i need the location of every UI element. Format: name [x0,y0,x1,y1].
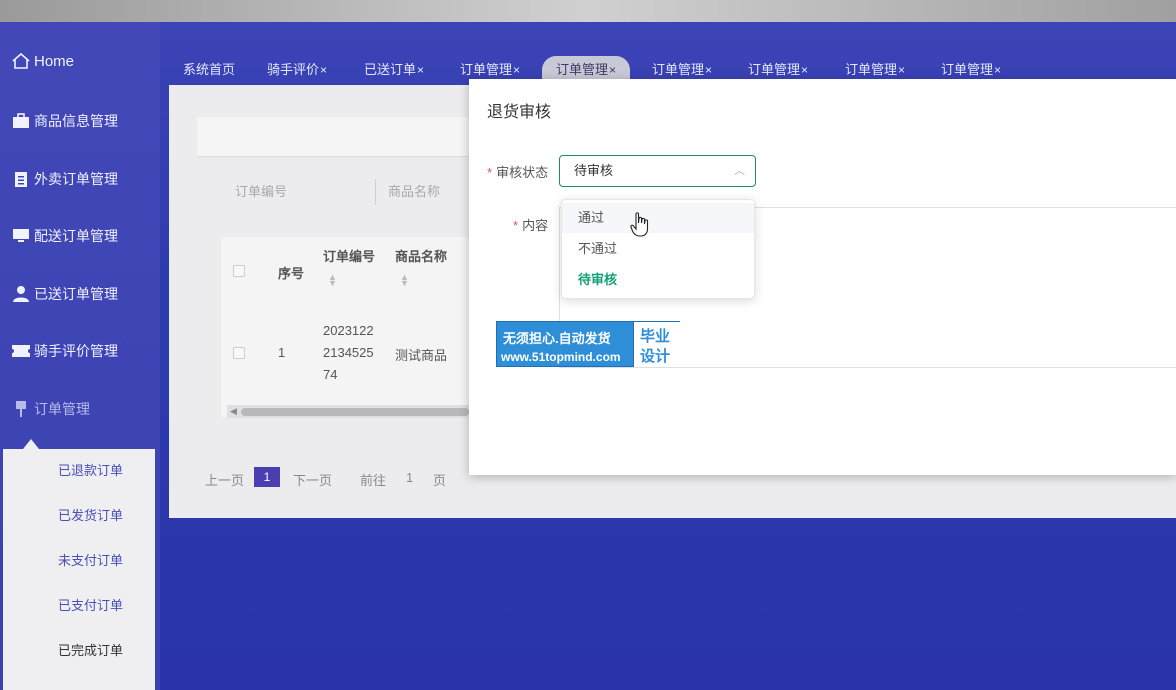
scrollbar-thumb[interactable] [241,408,469,416]
sort-icon[interactable]: ▲ ▼ [328,273,337,288]
watermark-logo: 无须担心.自动发货 www.51topmind.com 毕业 设计 [496,321,680,367]
horizontal-scrollbar[interactable]: ◀ [227,405,469,418]
row-order-no-line3: 74 [323,367,338,382]
submenu-item-completed[interactable]: 已完成订单 [3,636,155,666]
content-label-text: 内容 [522,218,549,233]
pin-icon [11,400,31,418]
close-icon[interactable]: × [801,63,808,77]
user-icon [11,285,31,303]
close-icon[interactable]: × [417,63,424,77]
page-unit-label: 页 [433,473,447,488]
row-checkbox[interactable] [233,347,245,359]
watermark-line2: www.51topmind.com [501,350,621,364]
status-dropdown: 通过 不通过 待审核 [561,199,755,299]
sidebar-item-delivery-orders[interactable]: 配送订单管理 [0,216,160,256]
option-pass[interactable]: 通过 [562,203,754,233]
content-header-card [197,117,497,157]
tab-label: 订单管理 [748,62,801,77]
prev-page-button[interactable]: 上一页 [205,470,244,489]
clipboard-icon [11,170,31,188]
tab-rider-reviews[interactable]: 骑手评价× [257,56,337,84]
goto-label: 前往 [360,473,387,488]
sidebar-item-label: 订单管理 [34,401,90,417]
tab-label: 订单管理 [941,62,994,77]
select-all-checkbox[interactable] [233,265,245,277]
column-header-index: 序号 [278,266,305,281]
watermark-badge-line1: 毕业 [640,328,671,345]
tab-label: 订单管理 [556,62,609,77]
sort-icon[interactable]: ▲ ▼ [400,273,409,288]
tab-label: 系统首页 [183,62,236,77]
scroll-left-icon[interactable]: ◀ [230,405,237,418]
current-page-number[interactable]: 1 [254,467,280,487]
tab-label: 订单管理 [460,62,513,77]
next-page-button[interactable]: 下一页 [293,470,332,489]
required-mark: * [513,218,519,233]
status-select-value: 待审核 [574,163,614,178]
submenu-item-unpaid[interactable]: 未支付订单 [3,546,155,576]
submenu-item-shipped[interactable]: 已发货订单 [3,501,155,531]
row-order-no-line2: 2134525 [323,345,374,360]
search-divider [375,179,376,205]
close-icon[interactable]: × [705,63,712,77]
sidebar-item-label: 骑手评价管理 [34,343,118,359]
tab-label: 已送订单 [364,62,417,77]
sidebar-item-home[interactable]: Home [0,41,160,81]
row-index: 1 [278,345,286,360]
ticket-icon [11,342,31,360]
option-reject[interactable]: 不通过 [562,234,754,264]
column-header-product-name[interactable]: 商品名称 [395,246,447,265]
status-label: * 审核状态 [487,162,548,181]
home-icon [11,52,31,70]
sidebar-item-delivered-orders[interactable]: 已送订单管理 [0,274,160,314]
tab-label: 订单管理 [845,62,898,77]
status-select[interactable]: 待审核 ︿ [559,155,756,187]
column-header-order-no[interactable]: 订单编号 [323,246,375,265]
close-icon[interactable]: × [898,63,905,77]
sidebar-item-label: 已送订单管理 [34,286,118,302]
close-icon[interactable]: × [320,63,327,77]
status-label-text: 审核状态 [496,165,549,180]
watermark-badge-line2: 设计 [640,348,671,365]
sidebar-item-rider-reviews[interactable]: 骑手评价管理 [0,331,160,371]
submenu-item-refunded[interactable]: 已退款订单 [3,456,155,486]
required-mark: * [487,165,493,180]
sidebar-item-label: Home [34,52,75,70]
row-order-no-line1: 2023122 [323,323,374,338]
tab-label: 骑手评价 [267,62,320,77]
dialog-title: 退货审核 [487,104,552,121]
close-icon[interactable]: × [609,63,616,77]
monitor-icon [11,227,31,245]
sidebar-item-label: 配送订单管理 [34,228,118,244]
watermark-badge: 毕业 设计 [633,322,680,367]
close-icon[interactable]: × [513,63,520,77]
search-product-name-input[interactable]: 商品名称 [388,181,440,200]
sidebar-item-order-management[interactable]: 订单管理 [0,389,160,429]
option-pending[interactable]: 待审核 [562,265,754,295]
order-submenu: 已退款订单 已发货订单 未支付订单 已支付订单 已完成订单 [3,439,155,690]
content-label: * 内容 [513,215,548,234]
chevron-up-icon: ︿ [734,165,745,177]
close-icon[interactable]: × [994,63,1001,77]
watermark-line1: 无须担心.自动发货 [503,331,611,346]
sidebar-item-label: 商品信息管理 [34,113,118,129]
sidebar-item-product-info[interactable]: 商品信息管理 [0,101,160,141]
submenu-arrow [23,439,39,449]
sidebar-item-takeout-orders[interactable]: 外卖订单管理 [0,159,160,199]
sidebar-item-label: 外卖订单管理 [34,171,118,187]
submenu-item-paid[interactable]: 已支付订单 [3,591,155,621]
tab-delivered-orders[interactable]: 已送订单× [354,56,434,84]
row-product-name: 测试商品 [395,348,448,363]
briefcase-icon [11,112,31,130]
hand-pointer-icon [630,212,650,238]
search-order-no-input[interactable]: 订单编号 [235,181,287,200]
browser-top-bar [0,0,1176,22]
tab-label: 订单管理 [652,62,705,77]
tab-home[interactable]: 系统首页 [173,56,245,84]
goto-page-input[interactable]: 1 [406,470,413,485]
